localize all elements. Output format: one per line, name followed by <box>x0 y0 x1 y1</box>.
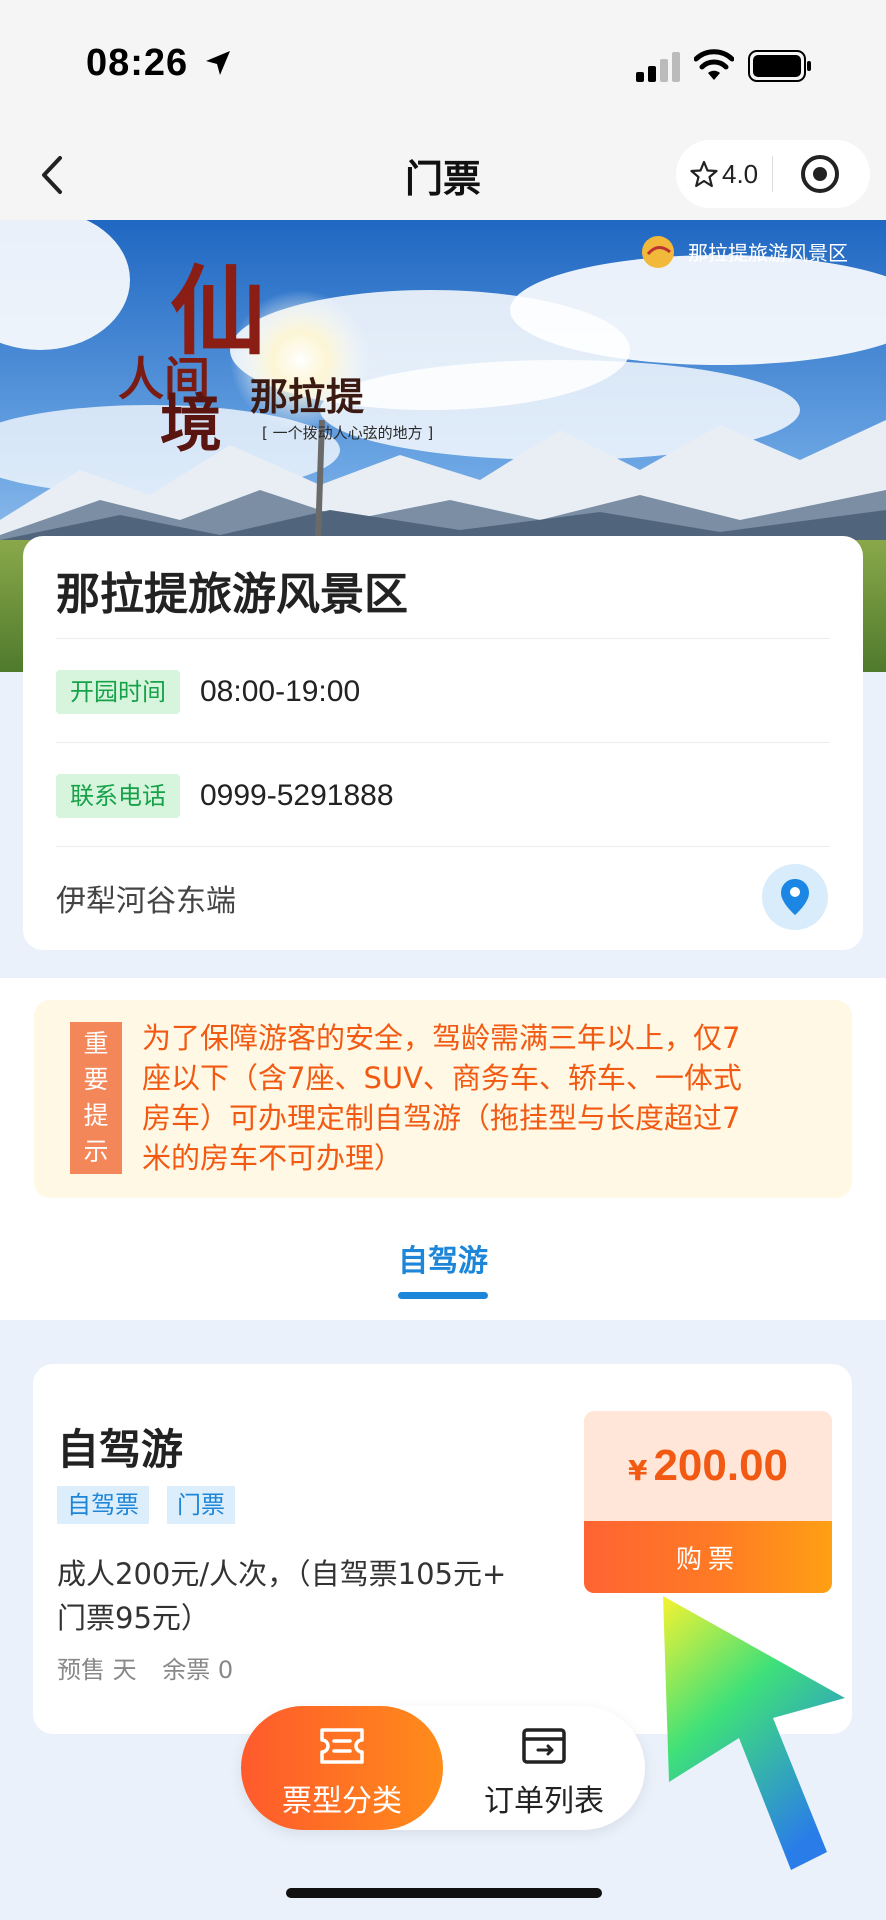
opening-hours-row: 开园时间 08:00-19:00 <box>56 669 360 715</box>
buy-ticket-button[interactable]: 购票 <box>584 1521 832 1593</box>
ticket-icon <box>320 1728 364 1764</box>
remaining-info: 余票 0 <box>162 1656 234 1684</box>
phone-label: 联系电话 <box>56 774 180 818</box>
cursor-arrow-icon <box>663 1596 845 1870</box>
tab-self-drive[interactable]: 自驾游 <box>0 1236 886 1280</box>
divider <box>56 846 830 847</box>
banner-calligraphy-nalati: 那拉提 <box>250 374 364 419</box>
nav-bar: 门票 4.0 <box>0 130 886 220</box>
status-time: 08:26 <box>86 42 189 84</box>
divider <box>56 638 830 639</box>
tab-order-list[interactable]: 订单列表 <box>443 1706 645 1830</box>
ticket-tag: 门票 <box>167 1486 235 1524</box>
ticket-tags: 自驾票 门票 <box>57 1486 235 1524</box>
notice-tag-char: 提 <box>83 1101 109 1130</box>
target-icon[interactable] <box>799 153 841 195</box>
notice-tag: 重 要 提 示 <box>70 1022 122 1174</box>
battery-icon <box>748 50 811 82</box>
notice-tag-char: 示 <box>83 1137 109 1166</box>
status-bar: 08:26 <box>0 0 886 130</box>
banner-calligraphy-xian: 仙 <box>170 255 266 368</box>
tab-order-list-label: 订单列表 <box>484 1784 604 1819</box>
phone-row[interactable]: 联系电话 0999-5291888 <box>56 773 394 819</box>
star-icon <box>690 160 718 188</box>
rating-button[interactable]: 4.0 <box>690 140 782 208</box>
notice-line: 为了保障游客的安全，驾龄需满三年以上，仅7 <box>142 1021 741 1055</box>
home-indicator <box>286 1888 602 1898</box>
ticket-desc-line: 门票95元） <box>57 1601 210 1635</box>
phone-value[interactable]: 0999-5291888 <box>200 779 394 813</box>
rating-value: 4.0 <box>722 158 759 189</box>
ticket-tag: 自驾票 <box>57 1486 149 1524</box>
banner-slogan: [ 一个拨动人心弦的地方 ] <box>262 424 433 442</box>
notice-tag-char: 要 <box>83 1065 109 1094</box>
mini-program-capsule: 4.0 <box>676 140 870 208</box>
notice-line: 房车）可办理定制自驾游（拖挂型与长度超过7 <box>142 1101 741 1135</box>
notice-tag-char: 重 <box>83 1029 109 1058</box>
banner-logo-text: 那拉提旅游风景区 <box>688 241 848 265</box>
ticket-price: 200.00 <box>653 1441 789 1490</box>
presale-info: 预售 天 <box>57 1656 137 1684</box>
navigate-button[interactable] <box>762 864 828 930</box>
cellular-icon <box>636 52 680 82</box>
wallet-icon <box>522 1728 566 1764</box>
tab-ticket-types[interactable]: 票型分类 <box>241 1706 443 1830</box>
ticket-meta: 预售 天 余票 0 <box>57 1650 251 1685</box>
important-notice: 重 要 提 示 为了保障游客的安全，驾龄需满三年以上，仅7 座以下（含7座、SU… <box>34 1000 852 1198</box>
notice-text: 为了保障游客的安全，驾龄需满三年以上，仅7 座以下（含7座、SUV、商务车、轿车… <box>142 1018 832 1178</box>
ticket-description: 成人200元/人次，（自驾票105元+ 门票95元） <box>57 1552 577 1640</box>
banner-calligraphy-jing: 境 <box>160 387 222 460</box>
ticket-title: 自驾游 <box>57 1425 184 1474</box>
divider <box>56 742 830 743</box>
scenic-name: 那拉提旅游风景区 <box>56 569 408 620</box>
location-arrow-icon <box>206 51 230 75</box>
scenic-info-card: 那拉提旅游风景区 开园时间 08:00-19:00 联系电话 0999-5291… <box>23 536 863 950</box>
tab-underline <box>398 1292 488 1299</box>
wifi-icon <box>694 49 734 80</box>
notice-line: 米的房车不可办理） <box>142 1141 404 1175</box>
tab-ticket-types-label: 票型分类 <box>282 1784 402 1819</box>
currency-symbol: ¥ <box>627 1453 648 1487</box>
notice-line: 座以下（含7座、SUV、商务车、轿车、一体式 <box>142 1061 742 1095</box>
price-box: ¥ 200.00 <box>584 1411 832 1521</box>
capsule-divider <box>772 156 773 192</box>
ticket-desc-line: 成人200元/人次，（自驾票105元+ <box>57 1557 507 1591</box>
opening-hours-label: 开园时间 <box>56 670 180 714</box>
opening-hours-value: 08:00-19:00 <box>200 675 361 708</box>
bottom-tab-bar: 票型分类 订单列表 <box>241 1706 645 1830</box>
map-pin-icon <box>781 879 809 915</box>
scenic-address: 伊犁河谷东端 <box>56 884 236 919</box>
